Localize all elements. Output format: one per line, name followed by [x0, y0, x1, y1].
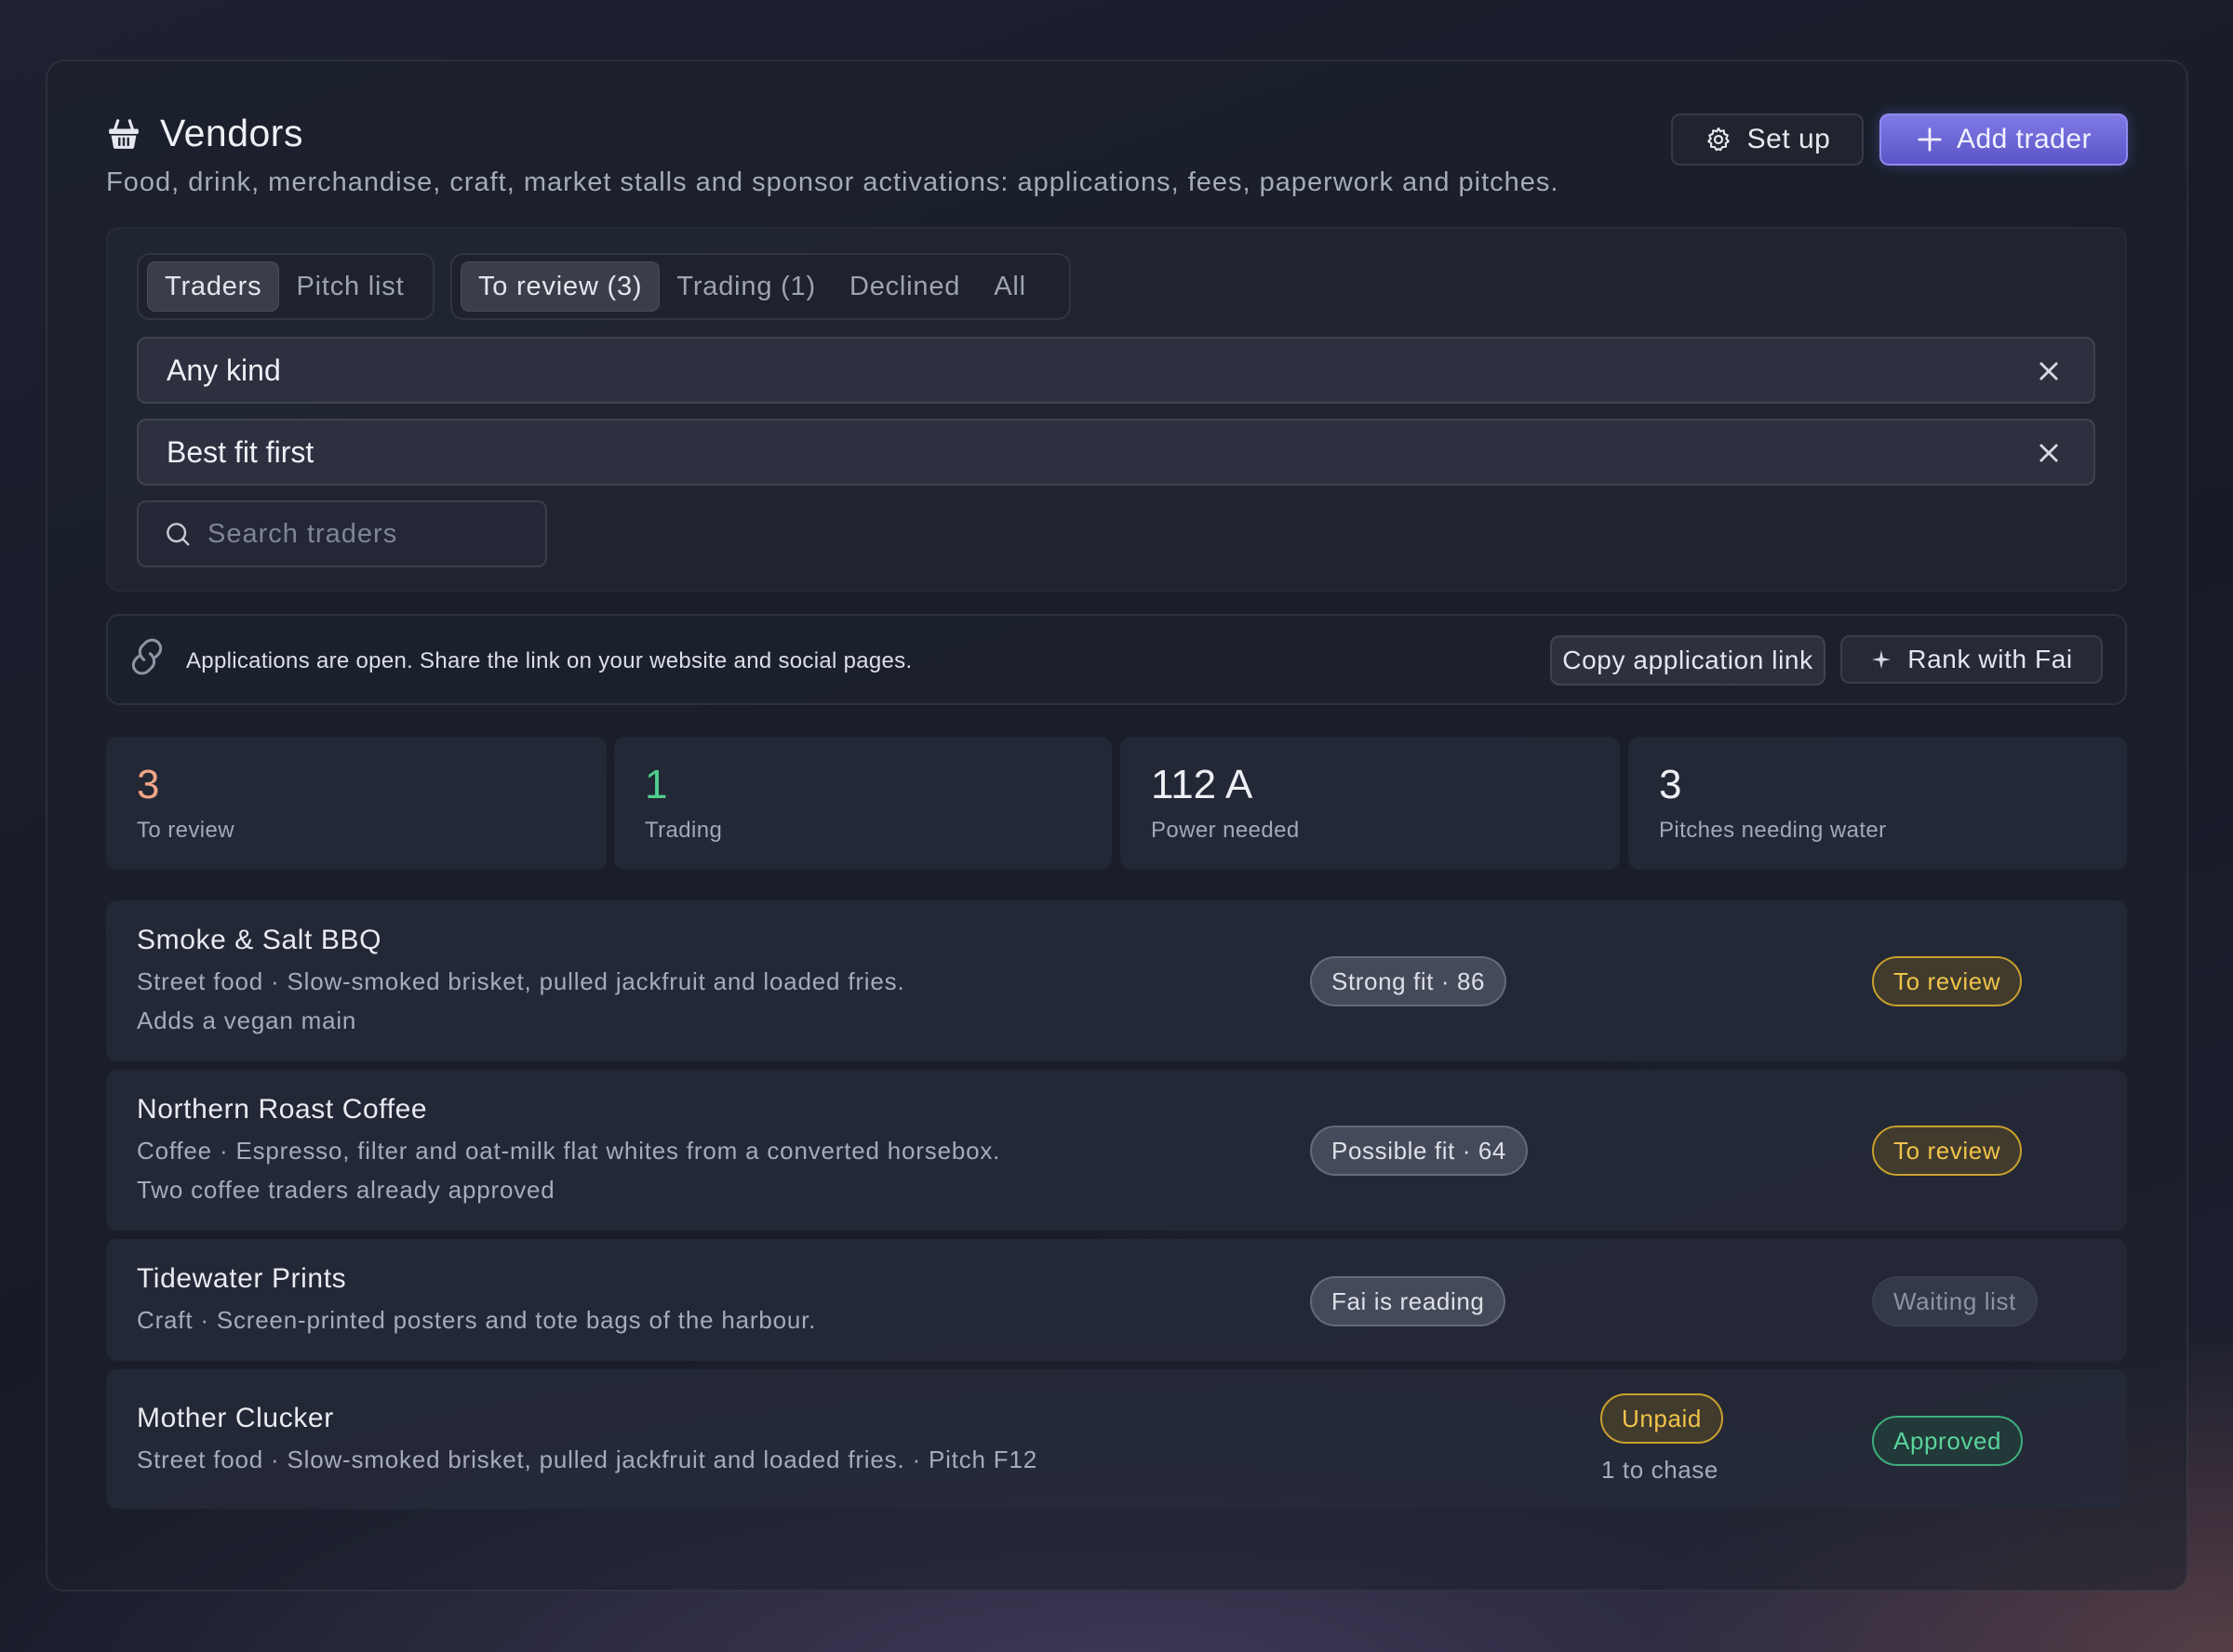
stat-value: 3: [1659, 762, 1682, 807]
stat-label: Pitches needing water: [1659, 818, 1887, 843]
stat-label: Trading: [645, 818, 723, 843]
setup-button[interactable]: Set up: [1671, 113, 1864, 166]
status-badge: Approved: [1872, 1416, 2024, 1466]
trader-row[interactable]: Mother Clucker Street food · Slow-smoked…: [106, 1369, 2127, 1509]
search-icon: [167, 523, 190, 546]
page-header: Vendors: [106, 112, 303, 155]
status-badge: To review: [1872, 956, 2023, 1006]
kind-select[interactable]: Any kind: [137, 337, 2095, 404]
trader-description: Street food · Slow-smoked brisket, pulle…: [137, 1446, 1037, 1473]
fit-badge: Fai is reading: [1310, 1276, 1506, 1326]
plus-icon: [1918, 127, 1942, 152]
kind-select-value: Any kind: [167, 353, 281, 387]
sparkle-icon: [1872, 650, 1892, 669]
stat-label: To review: [137, 818, 234, 843]
tab-all[interactable]: All: [977, 261, 1043, 312]
trader-name: Mother Clucker: [137, 1403, 334, 1433]
tab-pitch-list[interactable]: Pitch list: [279, 261, 421, 312]
setup-label: Set up: [1746, 124, 1831, 154]
copy-link-button[interactable]: Copy application link: [1550, 635, 1825, 686]
sort-select-value: Best fit first: [167, 434, 314, 469]
basket-icon: [109, 118, 139, 149]
add-trader-button[interactable]: Add trader: [1879, 113, 2128, 166]
fit-badge: Strong fit · 86: [1310, 956, 1507, 1006]
trader-row[interactable]: Northern Roast Coffee Coffee · Espresso,…: [106, 1070, 2127, 1231]
stat-trading: 1 Trading: [614, 737, 1112, 870]
search-box: [137, 500, 547, 567]
stat-value: 1: [645, 762, 668, 807]
stat-label: Power needed: [1151, 818, 1300, 843]
status-badge: To review: [1872, 1126, 2023, 1176]
trader-row[interactable]: Smoke & Salt BBQ Street food · Slow-smok…: [106, 900, 2127, 1061]
gear-icon: [1706, 127, 1730, 152]
rank-with-fai-button[interactable]: Rank with Fai: [1840, 635, 2103, 684]
trader-description: Coffee · Espresso, filter and oat-milk f…: [137, 1137, 1001, 1165]
payment-badge: Unpaid: [1600, 1393, 1723, 1444]
sort-select[interactable]: Best fit first: [137, 419, 2095, 486]
clear-sort-icon[interactable]: [2036, 440, 2062, 466]
page-title: Vendors: [160, 112, 303, 154]
trader-description: Craft · Screen-printed posters and tote …: [137, 1306, 817, 1334]
stat-value: 112 A: [1151, 762, 1253, 807]
trader-row[interactable]: Tidewater Prints Craft · Screen-printed …: [106, 1239, 2127, 1361]
rank-label: Rank with Fai: [1907, 645, 2073, 673]
stat-power-needed: 112 A Power needed: [1120, 737, 1620, 870]
clear-kind-icon[interactable]: [2036, 358, 2062, 384]
tab-declined[interactable]: Declined: [833, 261, 977, 312]
view-tabs: Traders Pitch list: [137, 253, 435, 320]
fit-badge: Possible fit · 64: [1310, 1126, 1528, 1176]
stat-pitches-needing-water: 3 Pitches needing water: [1628, 737, 2127, 870]
chase-count: 1 to chase: [1601, 1456, 1718, 1484]
tab-traders[interactable]: Traders: [147, 261, 280, 312]
page-subtitle: Food, drink, merchandise, craft, market …: [106, 167, 1559, 197]
trader-name: Tidewater Prints: [137, 1263, 347, 1294]
trader-note: Two coffee traders already approved: [137, 1176, 555, 1204]
add-trader-label: Add trader: [1956, 124, 2093, 154]
link-icon: [131, 638, 163, 675]
stat-to-review: 3 To review: [106, 737, 607, 870]
banner-text: Applications are open. Share the link on…: [186, 648, 913, 673]
tab-trading[interactable]: Trading (1): [660, 261, 833, 312]
trader-name: Smoke & Salt BBQ: [137, 925, 382, 955]
stat-value: 3: [137, 762, 160, 807]
search-input[interactable]: [207, 518, 542, 550]
status-badge: Waiting list: [1872, 1276, 2038, 1326]
tab-to-review[interactable]: To review (3): [461, 261, 661, 312]
trader-name: Northern Roast Coffee: [137, 1094, 428, 1125]
status-tabs: To review (3) Trading (1) Declined All: [450, 253, 1071, 320]
trader-description: Street food · Slow-smoked brisket, pulle…: [137, 967, 905, 995]
trader-note: Adds a vegan main: [137, 1006, 357, 1034]
